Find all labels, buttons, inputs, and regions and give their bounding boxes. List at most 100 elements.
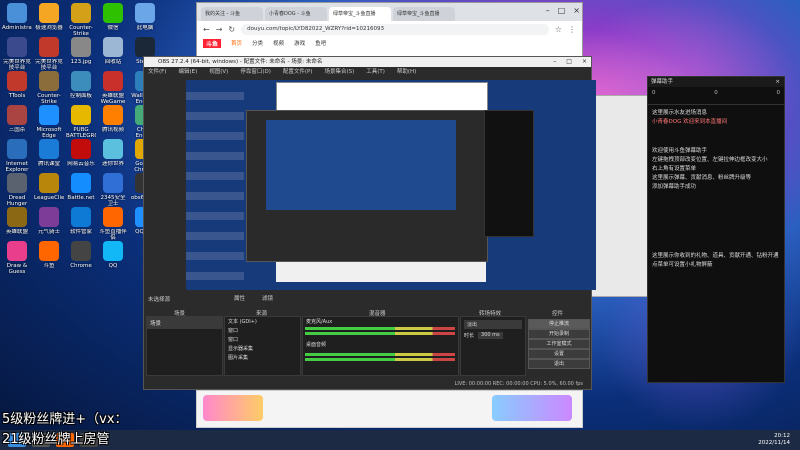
forward-icon[interactable]: →	[216, 25, 223, 34]
minimize-icon[interactable]: –	[553, 57, 556, 67]
browser-tab[interactable]: 我的关注 - 斗鱼	[201, 7, 263, 21]
browser-tab-active[interactable]: 绿草帝宝_斗鱼直播	[329, 7, 391, 21]
preview-desktop-icons	[186, 80, 244, 290]
source-item[interactable]: 窗口	[225, 335, 300, 344]
menu-tools[interactable]: 工具(T)	[366, 67, 385, 77]
app-icon	[135, 37, 155, 57]
desktop-icon[interactable]: Internet Explorer	[2, 139, 32, 173]
clock-date: 2022/11/14	[758, 440, 790, 446]
settings-button[interactable]: 设置	[528, 349, 590, 359]
browser-promo-strip	[196, 390, 583, 428]
desktop-icon[interactable]: 回收站	[98, 37, 128, 71]
menu-icon[interactable]: ⋮	[568, 25, 576, 34]
filters-button[interactable]: 滤镜	[262, 294, 273, 302]
desktop-icon[interactable]: Dread Hunger	[2, 173, 32, 207]
desktop-icon[interactable]: QQ	[98, 241, 128, 275]
menu-file[interactable]: 文件(F)	[148, 67, 166, 77]
app-icon	[71, 139, 91, 159]
menu-docks[interactable]: 停靠窗口(D)	[240, 67, 271, 77]
source-item[interactable]: 显示器采集	[225, 344, 300, 353]
source-item[interactable]: 文本 (GDI+)	[225, 317, 300, 326]
desktop-icon[interactable]: TTools	[2, 71, 32, 105]
desktop-icon[interactable]: 英雄联盟WeGame	[98, 71, 128, 105]
minimize-icon[interactable]: –	[546, 6, 550, 15]
menu-scene-collection[interactable]: 场景集合(S)	[324, 67, 354, 77]
desktop-icon[interactable]: 斗鱼	[34, 241, 64, 275]
properties-button[interactable]: 属性	[234, 294, 245, 302]
desktop-icon[interactable]: 123.jpg	[66, 37, 96, 71]
nav-category[interactable]: 分类	[252, 39, 263, 47]
chat-message: 这里展示水友进场消息	[652, 110, 708, 116]
source-item[interactable]: 窗口	[225, 326, 300, 335]
desktop-icon[interactable]: 英雄联盟	[2, 207, 32, 241]
menu-profile[interactable]: 配置文件(P)	[283, 67, 313, 77]
reload-icon[interactable]: ↻	[228, 25, 235, 34]
close-icon[interactable]: ×	[775, 77, 780, 87]
browser-tab[interactable]: 小青春DOG - 斗鱼	[265, 7, 327, 21]
stat-value: 0	[652, 90, 656, 96]
desktop-icon[interactable]: 软件管家	[66, 207, 96, 241]
promo-banner[interactable]	[203, 395, 263, 421]
site-logo[interactable]: 斗鱼	[203, 38, 222, 48]
maximize-icon[interactable]: □	[566, 57, 572, 67]
nav-games[interactable]: 游戏	[294, 39, 305, 47]
chat-message: 小青春DOG 欢迎来到本直播间	[652, 119, 728, 125]
desktop-icon[interactable]: 腾讯课堂	[34, 139, 64, 173]
desktop-icon[interactable]: Draw & Guess	[2, 241, 32, 275]
desktop-icon[interactable]: LeagueClient	[34, 173, 64, 207]
stop-streaming-button[interactable]: 停止推流	[528, 319, 590, 329]
transition-select[interactable]: 淡出	[464, 320, 522, 329]
url-input[interactable]: douyu.com/topic/LYD82022_WZRY?rid=102160…	[241, 23, 549, 35]
desktop-icon-label: 此电脑	[136, 25, 154, 31]
star-icon[interactable]: ☆	[555, 25, 562, 34]
desktop-icon-label: 腾讯课堂	[37, 161, 60, 167]
desktop-icon[interactable]: 2345安全卫士	[98, 173, 128, 207]
desktop-icon[interactable]: Administrator	[2, 3, 32, 37]
desktop-icon[interactable]: 斗鱼直播伴侣	[98, 207, 128, 241]
menu-edit[interactable]: 编辑(E)	[178, 67, 197, 77]
desktop-icon[interactable]: Chrome	[66, 241, 96, 275]
menu-view[interactable]: 视图(V)	[209, 67, 228, 77]
obs-window: OBS 27.2.4 (64-bit, windows) - 配置文件: 未命名…	[143, 56, 596, 390]
desktop-icon[interactable]: PUBG BATTLEGROUNDS	[66, 105, 96, 139]
start-recording-button[interactable]: 开始录制	[528, 329, 590, 339]
promo-banner[interactable]	[492, 395, 572, 421]
desktop-icon[interactable]: Counter-Strike Global Offensive	[66, 3, 96, 37]
overlay-text-line1: 5级粉丝牌进+（vx：	[2, 412, 128, 427]
desktop-icon[interactable]: 微信	[98, 3, 128, 37]
transitions-dock: 淡出 时长 300 ms	[460, 316, 526, 376]
browser-tab[interactable]: 绿草帝宝_斗鱼直播	[393, 7, 455, 21]
desktop-icon-label: QQ	[108, 263, 118, 269]
scene-item[interactable]: 场景	[147, 317, 222, 329]
close-icon[interactable]: ×	[582, 57, 587, 67]
studio-mode-button[interactable]: 工作室模式	[528, 339, 590, 349]
exit-button[interactable]: 退出	[528, 359, 590, 369]
source-item[interactable]: 图片采集	[225, 353, 300, 362]
close-icon[interactable]: ×	[573, 6, 580, 15]
taskbar: 20:12 2022/11/14	[0, 430, 800, 450]
back-icon[interactable]: ←	[203, 25, 210, 34]
desktop-icon[interactable]: 三国杀	[2, 105, 32, 139]
nav-yuba[interactable]: 鱼吧	[315, 39, 326, 47]
desktop-icon[interactable]: 控制面板	[66, 71, 96, 105]
desktop-icon[interactable]: 完美世界竞技平台	[34, 37, 64, 71]
desktop-icon[interactable]: 极速浏览器	[34, 3, 64, 37]
system-clock[interactable]: 20:12 2022/11/14	[758, 433, 790, 447]
desktop-icon[interactable]: 完美世界竞技平台	[2, 37, 32, 71]
desktop-icon[interactable]: Battle.net	[66, 173, 96, 207]
app-icon	[71, 3, 91, 23]
obs-preview[interactable]	[186, 80, 596, 290]
maximize-icon[interactable]: □	[558, 6, 566, 15]
desktop-icon[interactable]: 腾讯视频	[98, 105, 128, 139]
desktop-icon[interactable]: 网易云音乐	[66, 139, 96, 173]
nav-video[interactable]: 视频	[273, 39, 284, 47]
desktop-icon[interactable]: 迷你世界	[98, 139, 128, 173]
nav-home[interactable]: 首页	[231, 39, 242, 47]
desktop-icon-label: Chrome	[70, 263, 92, 269]
desktop-icon[interactable]: 元气骑士	[34, 207, 64, 241]
duration-input[interactable]: 300 ms	[478, 332, 503, 339]
desktop-icon[interactable]: Microsoft Edge	[34, 105, 64, 139]
menu-help[interactable]: 帮助(H)	[397, 67, 416, 77]
desktop-icon[interactable]: Counter-Strike	[34, 71, 64, 105]
desktop-icon[interactable]: 此电脑	[130, 3, 160, 37]
